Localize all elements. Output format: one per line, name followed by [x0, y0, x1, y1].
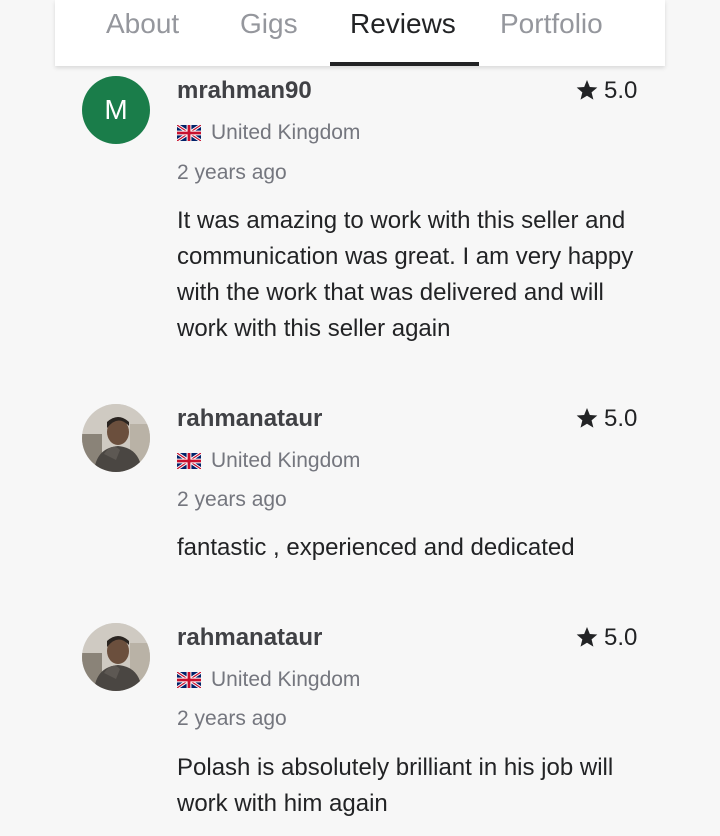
avatar[interactable]	[82, 404, 150, 472]
user-photo-icon	[82, 623, 150, 691]
uk-flag-icon	[177, 672, 201, 688]
review-text: Polash is absolutely brilliant in his jo…	[177, 754, 614, 817]
country-name: United Kingdom	[211, 121, 361, 144]
tab-reviews[interactable]: Reviews	[350, 6, 456, 42]
uk-flag-icon	[177, 125, 201, 141]
reviewer-username[interactable]: rahmanataur	[177, 623, 322, 653]
avatar[interactable]	[82, 623, 150, 691]
user-photo-icon	[82, 404, 150, 472]
avatar[interactable]: M	[82, 76, 150, 144]
star-icon	[576, 408, 598, 428]
review-text: fantastic , experienced and dedicated	[177, 534, 575, 561]
reviewer-username[interactable]: rahmanataur	[177, 404, 322, 434]
rating-value: 5.0	[604, 405, 638, 432]
country-name: United Kingdom	[211, 668, 361, 691]
active-tab-indicator	[330, 62, 479, 66]
review-time: 2 years ago	[177, 161, 287, 184]
reviewer-country: United Kingdom	[177, 120, 360, 146]
review-time: 2 years ago	[177, 707, 287, 730]
profile-tab-bar: About Gigs Reviews Portfolio	[55, 0, 665, 66]
review-text: It was amazing to work with this seller …	[177, 207, 634, 342]
country-name: United Kingdom	[211, 449, 361, 472]
rating-value: 5.0	[604, 77, 638, 104]
star-icon	[576, 627, 598, 647]
reviewer-country: United Kingdom	[177, 667, 360, 693]
rating: 5.0	[576, 76, 637, 106]
reviewer-country: United Kingdom	[177, 448, 360, 474]
rating: 5.0	[576, 623, 637, 653]
star-icon	[576, 80, 598, 100]
uk-flag-icon	[177, 453, 201, 469]
reviewer-username[interactable]: mrahman90	[177, 76, 312, 106]
review-time: 2 years ago	[177, 488, 287, 511]
tab-about[interactable]: About	[106, 6, 179, 42]
tab-portfolio[interactable]: Portfolio	[500, 6, 603, 42]
rating: 5.0	[576, 404, 637, 434]
tab-gigs[interactable]: Gigs	[240, 6, 298, 42]
rating-value: 5.0	[604, 624, 638, 651]
